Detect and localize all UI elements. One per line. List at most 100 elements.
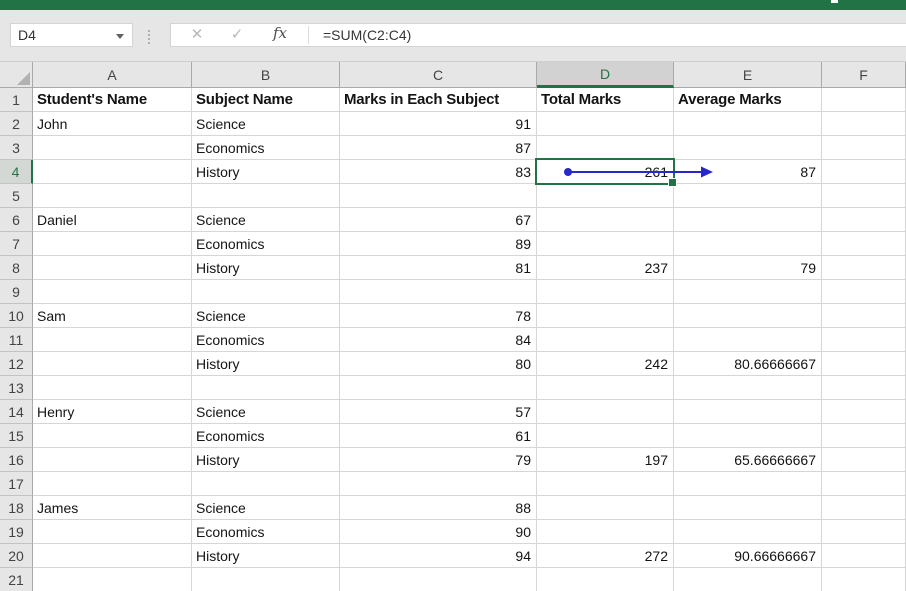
formula-input[interactable]: =SUM(C2:C4) — [323, 24, 902, 46]
cell-D8[interactable]: 237 — [537, 256, 674, 280]
row-header-15[interactable]: 15 — [0, 424, 33, 448]
cell-A10[interactable]: Sam — [33, 304, 192, 328]
cell-A9[interactable] — [33, 280, 192, 304]
row-header-9[interactable]: 9 — [0, 280, 33, 304]
cell-E15[interactable] — [674, 424, 822, 448]
cell-E14[interactable] — [674, 400, 822, 424]
cell-A7[interactable] — [33, 232, 192, 256]
cell-F20[interactable] — [822, 544, 906, 568]
cell-C3[interactable]: 87 — [340, 136, 537, 160]
cell-F1[interactable] — [822, 88, 906, 112]
column-header-E[interactable]: E — [674, 62, 822, 88]
cell-C17[interactable] — [340, 472, 537, 496]
row-header-14[interactable]: 14 — [0, 400, 33, 424]
cell-E3[interactable] — [674, 136, 822, 160]
cell-B15[interactable]: Economics — [192, 424, 340, 448]
cell-D15[interactable] — [537, 424, 674, 448]
row-header-4[interactable]: 4 — [0, 160, 33, 184]
cell-D17[interactable] — [537, 472, 674, 496]
cell-E20[interactable]: 90.66666667 — [674, 544, 822, 568]
row-header-1[interactable]: 1 — [0, 88, 33, 112]
cell-E11[interactable] — [674, 328, 822, 352]
cell-D18[interactable] — [537, 496, 674, 520]
cell-B1[interactable]: Subject Name — [192, 88, 340, 112]
select-all-button[interactable] — [0, 62, 33, 88]
cell-A15[interactable] — [33, 424, 192, 448]
row-header-2[interactable]: 2 — [0, 112, 33, 136]
cell-A2[interactable]: John — [33, 112, 192, 136]
cell-F21[interactable] — [822, 568, 906, 591]
cell-A14[interactable]: Henry — [33, 400, 192, 424]
cell-F6[interactable] — [822, 208, 906, 232]
cell-B18[interactable]: Science — [192, 496, 340, 520]
column-header-D[interactable]: D — [537, 62, 674, 88]
cell-B19[interactable]: Economics — [192, 520, 340, 544]
cell-F9[interactable] — [822, 280, 906, 304]
cell-D3[interactable] — [537, 136, 674, 160]
row-header-20[interactable]: 20 — [0, 544, 33, 568]
cell-F4[interactable] — [822, 160, 906, 184]
cell-E12[interactable]: 80.66666667 — [674, 352, 822, 376]
cell-D4[interactable]: 261 — [537, 160, 674, 184]
formula-bar-drag-handle[interactable] — [148, 30, 150, 44]
name-box[interactable]: D4 — [10, 23, 133, 47]
cell-A3[interactable] — [33, 136, 192, 160]
cell-B10[interactable]: Science — [192, 304, 340, 328]
cell-D9[interactable] — [537, 280, 674, 304]
enter-icon[interactable]: ✓ — [225, 25, 249, 45]
cell-C9[interactable] — [340, 280, 537, 304]
cell-B12[interactable]: History — [192, 352, 340, 376]
cell-E19[interactable] — [674, 520, 822, 544]
row-header-16[interactable]: 16 — [0, 448, 33, 472]
cell-E6[interactable] — [674, 208, 822, 232]
cell-A19[interactable] — [33, 520, 192, 544]
cell-F12[interactable] — [822, 352, 906, 376]
cell-F18[interactable] — [822, 496, 906, 520]
cell-A21[interactable] — [33, 568, 192, 591]
row-header-10[interactable]: 10 — [0, 304, 33, 328]
column-header-C[interactable]: C — [340, 62, 537, 88]
cell-E21[interactable] — [674, 568, 822, 591]
cell-E4[interactable]: 87 — [674, 160, 822, 184]
cell-A8[interactable] — [33, 256, 192, 280]
cell-F17[interactable] — [822, 472, 906, 496]
cell-D10[interactable] — [537, 304, 674, 328]
cell-C18[interactable]: 88 — [340, 496, 537, 520]
cell-E13[interactable] — [674, 376, 822, 400]
cell-C11[interactable]: 84 — [340, 328, 537, 352]
cell-D20[interactable]: 272 — [537, 544, 674, 568]
row-header-5[interactable]: 5 — [0, 184, 33, 208]
cell-A18[interactable]: James — [33, 496, 192, 520]
row-header-12[interactable]: 12 — [0, 352, 33, 376]
cell-B7[interactable]: Economics — [192, 232, 340, 256]
cell-F13[interactable] — [822, 376, 906, 400]
fill-handle[interactable] — [668, 178, 677, 187]
cell-A20[interactable] — [33, 544, 192, 568]
cell-A13[interactable] — [33, 376, 192, 400]
cell-C6[interactable]: 67 — [340, 208, 537, 232]
cell-A1[interactable]: Student's Name — [33, 88, 192, 112]
cancel-icon[interactable]: ✕ — [185, 25, 209, 45]
cell-F14[interactable] — [822, 400, 906, 424]
cell-A17[interactable] — [33, 472, 192, 496]
cell-F8[interactable] — [822, 256, 906, 280]
cell-B14[interactable]: Science — [192, 400, 340, 424]
cell-D5[interactable] — [537, 184, 674, 208]
cell-E7[interactable] — [674, 232, 822, 256]
cell-E5[interactable] — [674, 184, 822, 208]
insert-function-icon[interactable]: fx — [267, 24, 293, 45]
cell-B6[interactable]: Science — [192, 208, 340, 232]
row-header-19[interactable]: 19 — [0, 520, 33, 544]
cell-D2[interactable] — [537, 112, 674, 136]
cell-C13[interactable] — [340, 376, 537, 400]
cell-C5[interactable] — [340, 184, 537, 208]
cell-D16[interactable]: 197 — [537, 448, 674, 472]
cell-B5[interactable] — [192, 184, 340, 208]
cell-F3[interactable] — [822, 136, 906, 160]
cell-C10[interactable]: 78 — [340, 304, 537, 328]
cell-D21[interactable] — [537, 568, 674, 591]
cell-B9[interactable] — [192, 280, 340, 304]
cell-B11[interactable]: Economics — [192, 328, 340, 352]
cell-D12[interactable]: 242 — [537, 352, 674, 376]
row-header-21[interactable]: 21 — [0, 568, 33, 591]
